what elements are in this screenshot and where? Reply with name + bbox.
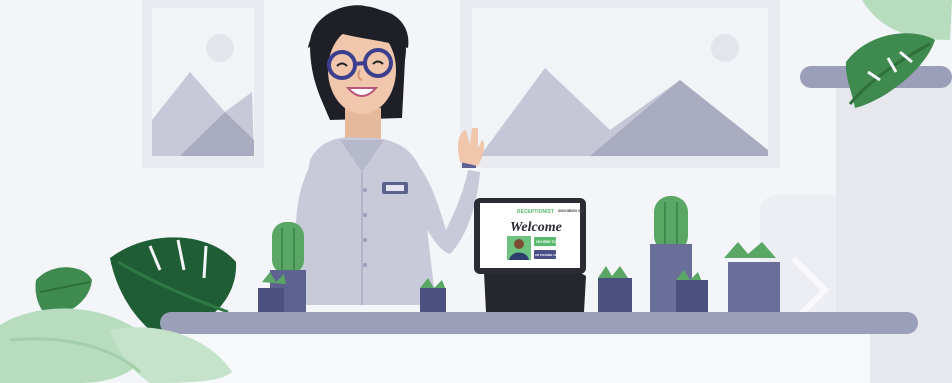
tablet-brand: RECEPTIONIST: [517, 209, 554, 215]
tablet-secondary-button-label: I'M PICKING UP: [535, 253, 557, 257]
tablet-welcome: Welcome: [510, 220, 562, 235]
left-picture-frame: [142, 0, 264, 168]
tablet-primary-button-label: I'M HERE TO: [536, 240, 556, 244]
tablet-nav-signout[interactable]: SIGN OUT: [569, 209, 584, 213]
reception-counter: [160, 312, 918, 334]
tablet-stand: [484, 267, 586, 312]
center-picture-frame: [460, 0, 780, 168]
receptionist-scene: RECEPTIONIST SIGN IN SIGN OUT Welcome I'…: [0, 0, 952, 383]
tablet-kiosk: RECEPTIONIST SIGN IN SIGN OUT Welcome I'…: [474, 198, 586, 312]
